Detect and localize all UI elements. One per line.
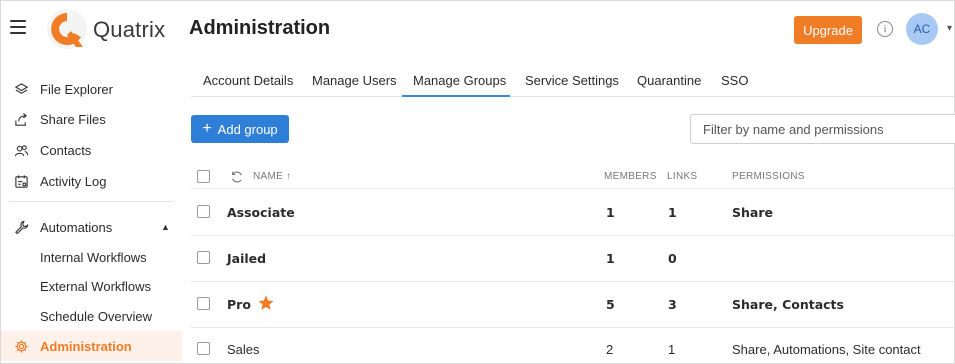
info-icon[interactable]: i (877, 21, 893, 37)
group-name: Jailed (227, 251, 267, 266)
hamburger-menu-icon[interactable] (10, 20, 26, 34)
layers-icon (13, 81, 29, 97)
admin-tabs: Account Details Manage Users Manage Grou… (191, 65, 955, 97)
top-header: Quatrix Administration Upgrade i AC ▾ (1, 1, 955, 57)
sidebar-item-label: Schedule Overview (40, 308, 152, 324)
tab-service-settings[interactable]: Service Settings (525, 73, 619, 88)
group-name: Sales (227, 342, 260, 357)
tab-manage-groups[interactable]: Manage Groups (413, 73, 506, 88)
group-members: 2 (606, 342, 614, 357)
sidebar-item-label: Share Files (40, 111, 106, 127)
sidebar-item-activity-log[interactable]: Activity Log (1, 166, 182, 196)
group-links: 0 (668, 251, 677, 266)
tab-account-details[interactable]: Account Details (203, 73, 293, 88)
sidebar-item-file-explorer[interactable]: File Explorer (1, 74, 182, 104)
group-members: 5 (606, 297, 615, 312)
column-header-links[interactable]: LINKS (667, 171, 697, 182)
sidebar-item-contacts[interactable]: Contacts (1, 135, 182, 165)
tab-manage-users[interactable]: Manage Users (312, 73, 397, 88)
plus-icon: + (202, 120, 212, 137)
avatar[interactable]: AC (906, 13, 938, 45)
quatrix-logo-icon (47, 9, 87, 49)
sidebar-item-internal-workflows[interactable]: Internal Workflows (1, 243, 182, 271)
add-group-button[interactable]: + Add group (191, 115, 289, 143)
group-links: 1 (668, 205, 677, 220)
refresh-icon[interactable] (230, 170, 244, 184)
select-all-checkbox[interactable] (197, 170, 210, 183)
table-header: NAME ↑ MEMBERS LINKS PERMISSIONS (191, 163, 955, 189)
table-row[interactable]: Sales 2 1 Share, Automations, Site conta… (191, 328, 955, 364)
caret-up-icon[interactable]: ▲ (161, 222, 170, 232)
tab-sso[interactable]: SSO (721, 73, 748, 88)
sidebar-item-external-workflows[interactable]: External Workflows (1, 272, 182, 300)
wrench-icon (13, 219, 29, 235)
gear-icon (13, 338, 29, 354)
star-icon (258, 295, 274, 310)
tab-quarantine[interactable]: Quarantine (637, 73, 701, 88)
sidebar-item-label: Activity Log (40, 173, 107, 189)
table-row[interactable]: Jailed 1 0 (191, 236, 955, 282)
group-permissions: Share (732, 205, 773, 220)
chevron-down-icon[interactable]: ▾ (947, 23, 952, 34)
column-header-name[interactable]: NAME ↑ (253, 171, 291, 182)
upgrade-button[interactable]: Upgrade (794, 16, 862, 44)
row-checkbox[interactable] (197, 297, 210, 310)
group-links: 3 (668, 297, 677, 312)
sidebar-item-label: Automations (40, 219, 113, 235)
group-name: Associate (227, 205, 295, 220)
table-row[interactable]: Pro 5 3 Share, Contacts (191, 282, 955, 328)
group-links: 1 (668, 342, 676, 357)
sidebar-item-label: Contacts (40, 142, 92, 158)
group-permissions: Share, Contacts (732, 297, 844, 312)
row-checkbox[interactable] (197, 342, 210, 355)
add-group-label: Add group (217, 121, 278, 137)
row-checkbox[interactable] (197, 205, 210, 218)
column-header-members[interactable]: MEMBERS (604, 171, 657, 182)
sidebar-item-automations[interactable]: Automations ▲ (1, 212, 182, 242)
sidebar-item-schedule-overview[interactable]: Schedule Overview (1, 302, 182, 330)
brand-name: Quatrix (93, 17, 166, 42)
group-permissions: Share, Automations, Site contact (732, 342, 921, 357)
active-tab-indicator (402, 95, 510, 97)
sidebar-item-label: Administration (40, 338, 132, 354)
sidebar-item-label: Internal Workflows (40, 249, 147, 265)
sidebar-item-share-files[interactable]: Share Files (1, 104, 182, 134)
sidebar-item-label: File Explorer (40, 81, 113, 97)
page-title: Administration (189, 17, 331, 39)
group-name: Pro (227, 297, 251, 312)
row-checkbox[interactable] (197, 251, 210, 264)
sidebar-item-administration[interactable]: Administration (1, 331, 182, 361)
table-row[interactable]: Associate 1 1 Share (191, 190, 955, 236)
contacts-icon (13, 142, 29, 158)
group-members: 1 (606, 205, 615, 220)
sidebar: File Explorer Share Files Contacts Activ… (1, 57, 182, 364)
app-window: Quatrix Administration Upgrade i AC ▾ Fi… (0, 0, 955, 364)
sidebar-divider (9, 201, 174, 202)
activity-log-icon (13, 173, 29, 189)
share-arrow-icon (13, 111, 29, 127)
filter-input[interactable] (690, 114, 955, 144)
group-members: 1 (606, 251, 615, 266)
column-header-permissions[interactable]: PERMISSIONS (732, 171, 805, 182)
sidebar-item-label: External Workflows (40, 278, 152, 294)
